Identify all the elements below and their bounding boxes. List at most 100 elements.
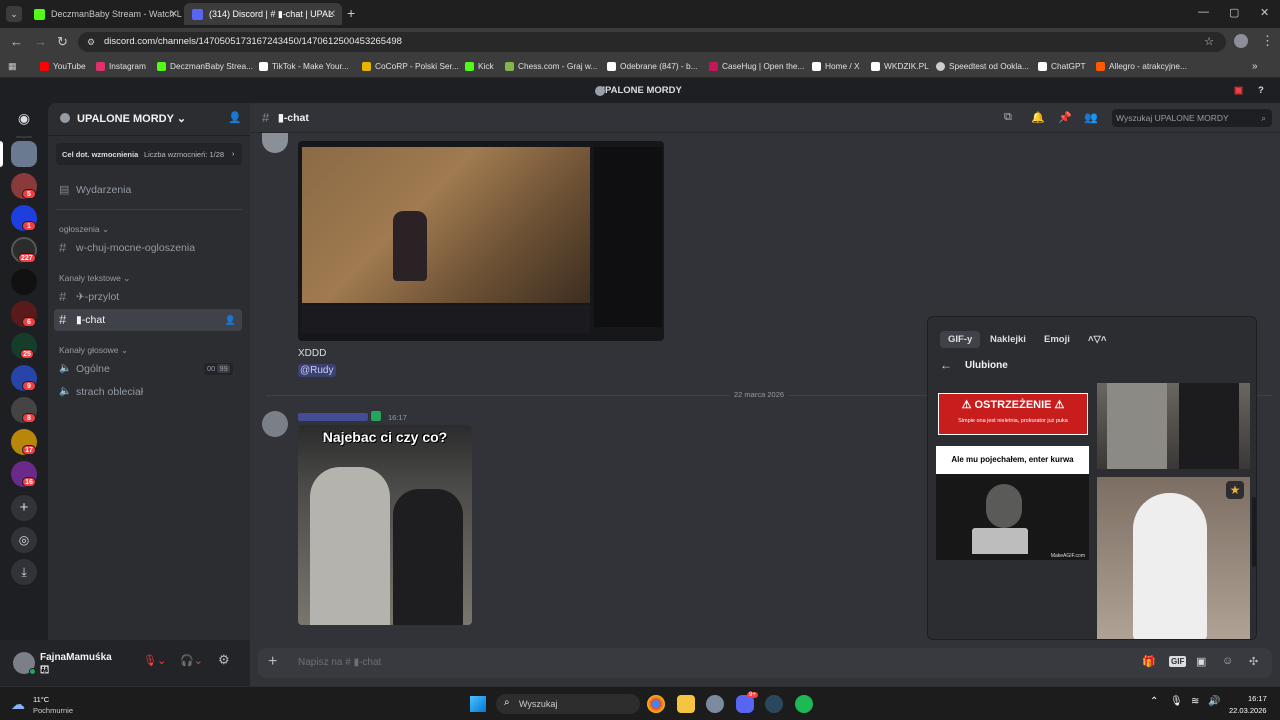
meme-image[interactable]: Najebac ci czy co? xyxy=(298,425,472,625)
deafen-muted-icon[interactable]: 🎧⌄ xyxy=(180,654,203,667)
back-icon[interactable]: ← xyxy=(10,34,23,49)
bookmark-chess[interactable]: Chess.com - Graj w... xyxy=(505,61,597,71)
server-upalone-mordy[interactable] xyxy=(11,141,37,167)
clock-time[interactable]: 16:17 xyxy=(1248,694,1267,703)
bookmark-wkdzik[interactable]: WKDZIK.PL xyxy=(871,61,929,71)
tab-gifs[interactable]: GIF-y xyxy=(940,331,981,348)
channel-announcements[interactable]: # w-chuj-mocne-ogloszenia xyxy=(54,237,242,259)
message-input[interactable]: Napisz na # ▮-chat xyxy=(298,657,381,668)
start-windows-icon[interactable] xyxy=(470,696,486,712)
voice-channel-strach[interactable]: 🔈 strach obleciał xyxy=(54,381,242,403)
close-tab-icon[interactable]: ✕ xyxy=(328,9,336,20)
inbox-icon[interactable]: ▣ xyxy=(1234,79,1243,103)
user-mention[interactable]: @Rudy xyxy=(298,364,336,377)
mic-muted-icon[interactable]: 🎙⌄ xyxy=(143,654,166,667)
gif-two-men[interactable] xyxy=(1097,383,1250,469)
steam-icon[interactable] xyxy=(765,695,783,713)
bookmark-instagram[interactable]: Instagram xyxy=(96,61,146,71)
server-5[interactable] xyxy=(11,269,37,295)
site-info-icon[interactable]: ⚙ xyxy=(87,32,95,52)
author-name[interactable] xyxy=(298,413,368,421)
bookmark-chatgpt[interactable]: ChatGPT xyxy=(1038,61,1086,71)
forward-icon[interactable]: → xyxy=(34,34,47,49)
microphone-icon[interactable]: 🎙 xyxy=(1170,696,1183,707)
volume-icon[interactable]: 🔊 xyxy=(1208,696,1220,707)
clock-date[interactable]: 22.03.2026 xyxy=(1229,706,1267,715)
tab-deczman[interactable]: DeczmanBaby Stream - Watch L ✕ xyxy=(26,3,184,25)
tab-stickers[interactable]: Naklejki xyxy=(982,331,1034,348)
gif-warning[interactable]: ⚠ OSTRZEŻENIE ⚠ Simpie ona jest nieletni… xyxy=(938,393,1088,435)
screenshot-attachment[interactable] xyxy=(298,141,664,341)
threads-icon[interactable]: ⧉ xyxy=(1004,111,1012,124)
upload-plus-icon[interactable]: + xyxy=(268,653,277,671)
settings-icon[interactable] xyxy=(706,695,724,713)
settings-gear-icon[interactable]: ⚙ xyxy=(218,652,230,668)
close-window-icon[interactable]: ✕ xyxy=(1260,6,1269,19)
download-icon[interactable]: ⤓ xyxy=(11,559,37,585)
username[interactable]: FajnaMamuśka xyxy=(40,652,112,663)
notification-bell-icon[interactable]: 🔔 xyxy=(1031,111,1045,124)
close-tab-icon[interactable]: ✕ xyxy=(170,9,178,20)
reload-icon[interactable]: ↻ xyxy=(57,34,68,50)
weather-cloud-icon[interactable]: ☁ xyxy=(11,696,25,713)
minimize-icon[interactable]: — xyxy=(1198,6,1209,18)
file-explorer-icon[interactable] xyxy=(677,695,695,713)
discord-home-icon[interactable]: ◉ xyxy=(11,105,37,131)
gif-dancing-cat[interactable]: ★ xyxy=(1097,477,1250,639)
voice-channel-general[interactable]: 🔈 Ogólne 00 99 xyxy=(54,358,242,380)
maximize-icon[interactable]: ▢ xyxy=(1229,6,1239,19)
tab-discord[interactable]: (314) Discord | # ▮-chat | UPAL ✕ xyxy=(184,3,342,25)
member-list-icon[interactable]: 👥 xyxy=(1084,111,1098,124)
boost-goal-bar[interactable]: Cel dot. wzmocnienia Liczba wzmocnień: 1… xyxy=(56,143,242,165)
pin-icon[interactable]: 📌 xyxy=(1058,111,1072,124)
more-bookmarks-button[interactable]: » xyxy=(1252,61,1258,72)
browser-menu-icon[interactable]: ⋮ xyxy=(1261,33,1274,49)
avatar[interactable] xyxy=(262,411,288,437)
add-member-icon[interactable]: 👤 xyxy=(225,309,236,331)
gif-scrollbar[interactable] xyxy=(1252,497,1256,567)
bookmark-allegro[interactable]: Allegro - atrakcyjne... xyxy=(1096,61,1187,71)
emoji-icon[interactable]: ☺ xyxy=(1222,655,1233,667)
server-name-button[interactable]: UPALONE MORDY ⌄ xyxy=(77,112,186,125)
tab-extra[interactable]: ˄▽˄ xyxy=(1080,331,1114,348)
bookmark-tiktok[interactable]: TikTok - Make Your... xyxy=(259,61,349,71)
favorite-star-icon[interactable]: ★ xyxy=(1226,481,1244,499)
gif-button-icon[interactable]: GIF xyxy=(1169,656,1187,667)
new-tab-button[interactable]: + xyxy=(347,5,355,21)
bookmark-speedtest[interactable]: Speedtest od Ookla... xyxy=(936,61,1029,71)
apps-icon[interactable]: ✣ xyxy=(1249,655,1258,668)
add-server-icon[interactable]: + xyxy=(11,495,37,521)
search-input[interactable]: Wyszukaj UPALONE MORDY ⌕ xyxy=(1112,109,1272,127)
invite-people-icon[interactable]: 👤 xyxy=(228,111,242,124)
bookmark-cocorp[interactable]: CoCoRP - Polski Ser... xyxy=(362,61,459,71)
wifi-icon[interactable]: ≋ xyxy=(1191,696,1199,707)
discover-icon[interactable]: ◎ xyxy=(11,527,37,553)
taskbar-search[interactable]: ⌕ Wyszukaj xyxy=(496,694,640,714)
apps-grid-icon[interactable]: ▦ xyxy=(8,61,17,72)
bookmark-mail[interactable]: Odebrane (847) - b... xyxy=(607,61,697,71)
bookmark-youtube[interactable]: YouTube xyxy=(40,61,86,71)
category-text-channels[interactable]: Kanały tekstowe ⌄ xyxy=(59,273,130,284)
tray-chevron-icon[interactable]: ⌃ xyxy=(1150,696,1158,707)
help-icon[interactable]: ? xyxy=(1258,79,1264,103)
channel-chat[interactable]: # ▮-chat 👤 xyxy=(54,309,242,331)
bookmark-x[interactable]: Home / X xyxy=(812,61,860,71)
spotify-icon[interactable] xyxy=(795,695,813,713)
bookmark-deczman[interactable]: DeczmanBaby Strea... xyxy=(157,61,253,71)
category-voice-channels[interactable]: Kanały głosowe ⌄ xyxy=(59,345,128,356)
bookmark-kick[interactable]: Kick xyxy=(465,61,494,71)
chrome-icon[interactable] xyxy=(647,695,665,713)
gift-icon[interactable]: 🎁 xyxy=(1142,655,1156,668)
tab-emoji[interactable]: Emoji xyxy=(1036,331,1078,348)
tab-list-button[interactable]: ⌄ xyxy=(6,6,22,22)
bookmark-star-icon[interactable]: ☆ xyxy=(1204,32,1214,52)
bookmark-casehug[interactable]: CaseHug | Open the... xyxy=(709,61,804,71)
category-announcements[interactable]: ogłoszenia ⌄ xyxy=(59,224,109,235)
back-arrow-icon[interactable]: ← xyxy=(940,358,952,372)
avatar[interactable] xyxy=(262,133,288,153)
sticker-icon[interactable]: ▣ xyxy=(1196,655,1206,668)
events-item[interactable]: ▤ Wydarzenia xyxy=(54,179,242,201)
address-bar[interactable]: ⚙ discord.com/channels/14705051731672434… xyxy=(78,32,1226,52)
channel-przylot[interactable]: # ✈-przylot xyxy=(54,286,242,308)
gif-computer-rage[interactable]: Ale mu pojechałem, enter kurwa MakeAGIF.… xyxy=(936,446,1089,560)
